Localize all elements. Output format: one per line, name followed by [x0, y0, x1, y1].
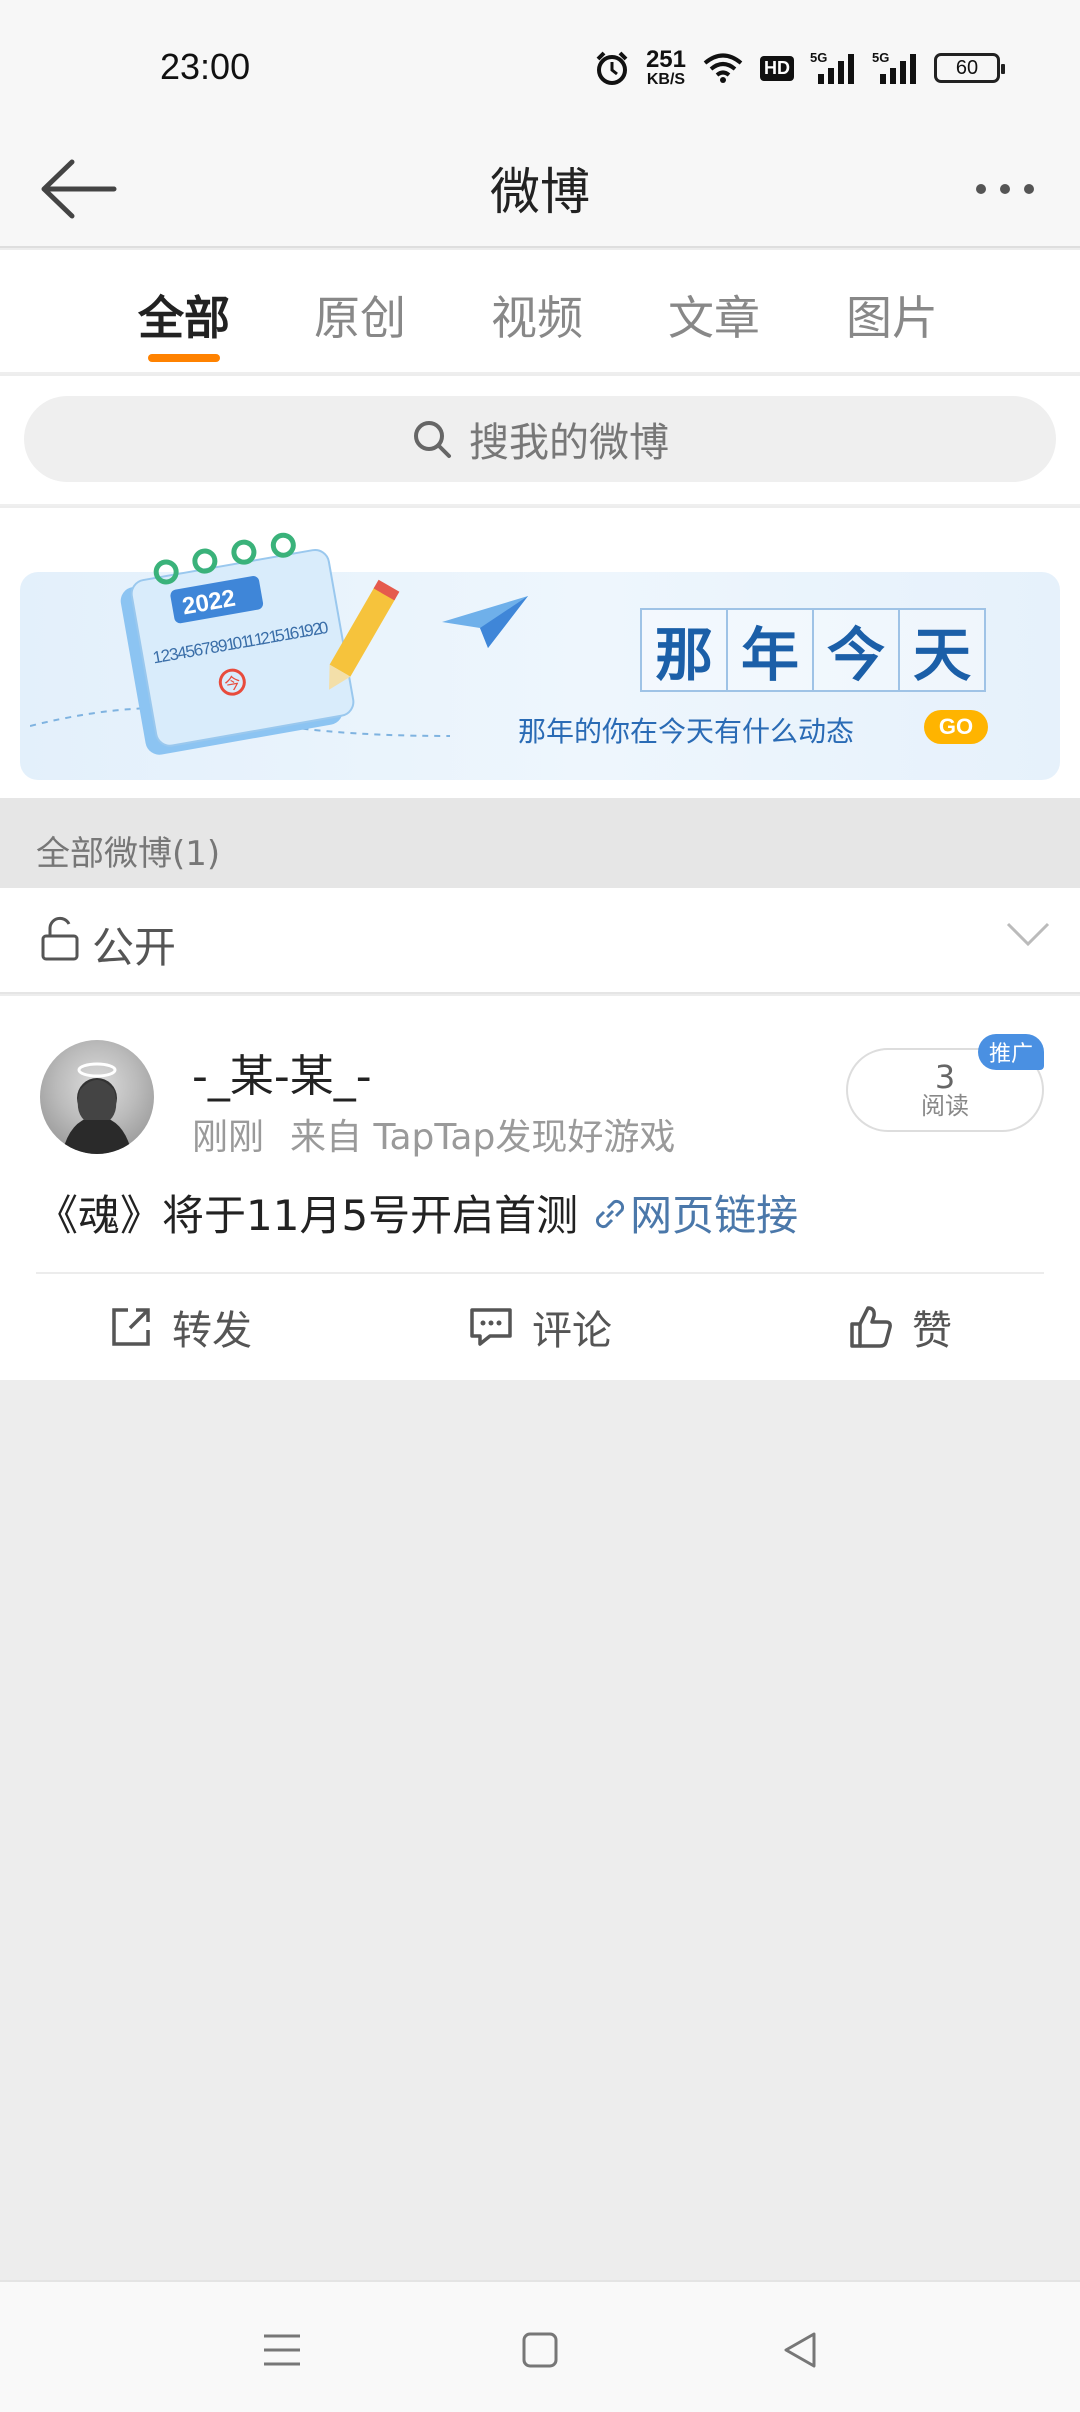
link-icon	[596, 1199, 625, 1229]
read-label: 阅读	[921, 1092, 969, 1121]
go-button[interactable]: GO	[924, 710, 988, 744]
comment-label: 评论	[532, 1308, 612, 1354]
banner-title-char: 年	[726, 608, 814, 692]
avatar[interactable]	[40, 1040, 154, 1154]
visibility-filter[interactable]: 公开	[0, 888, 1080, 994]
comment-icon	[470, 1308, 512, 1346]
tab-original[interactable]: 原创	[300, 282, 420, 348]
svg-text:5G: 5G	[810, 50, 827, 65]
banner-title-char: 天	[898, 608, 986, 692]
section-header-label: 全部微博(1)	[36, 834, 221, 874]
svg-text:5G: 5G	[872, 50, 889, 65]
signal-5g-icon: 5G	[810, 50, 854, 84]
search-icon	[414, 421, 451, 458]
post-actions: 转发 评论 赞	[0, 1274, 1080, 1380]
banner-title: 那 年 今 天	[640, 608, 986, 692]
signal-5g-icon-2: 5G	[872, 50, 916, 84]
like-label: 赞	[912, 1308, 952, 1354]
thumbs-up-icon	[850, 1306, 892, 1348]
dot-icon	[976, 184, 986, 194]
tab-image[interactable]: 图片	[832, 282, 952, 348]
post-username[interactable]: -_某-某_-	[192, 1040, 372, 1104]
filter-tabs: 全部 原创 视频 文章 图片	[0, 250, 1080, 374]
battery-indicator: 60	[934, 53, 1005, 83]
alarm-icon	[596, 51, 628, 85]
banner-subtitle: 那年的你在今天有什么动态	[518, 715, 855, 748]
calendar-illustration: 2022 1 2 3 4 5 6 7 8 9 10 11 12 15 16 19…	[30, 532, 450, 755]
unlock-icon	[41, 916, 79, 961]
comment-button[interactable]: 评论	[360, 1274, 720, 1380]
like-button[interactable]: 赞	[720, 1274, 1080, 1380]
share-icon	[112, 1308, 150, 1346]
banner-title-char: 那	[640, 608, 728, 692]
menu-icon	[264, 2334, 300, 2366]
post-content: 《魂》将于11月5号开启首测 网页链接	[36, 1182, 798, 1243]
tab-article[interactable]: 文章	[654, 282, 774, 348]
search-section: 搜我的微博	[0, 376, 1080, 506]
on-this-day-banner[interactable]: 2022 1 2 3 4 5 6 7 8 9 10 11 12 15 16 19…	[20, 532, 1060, 780]
banner-title-char: 今	[812, 608, 900, 692]
banner-section: 2022 1 2 3 4 5 6 7 8 9 10 11 12 15 16 19…	[0, 508, 1080, 798]
paper-plane-icon	[442, 596, 528, 648]
status-time: 23:00	[160, 46, 251, 87]
dot-icon	[1024, 184, 1034, 194]
triangle-back-icon	[784, 2332, 816, 2368]
home-button[interactable]	[510, 2320, 570, 2380]
post-text: 《魂》将于11月5号开启首测	[36, 1191, 579, 1240]
web-link[interactable]: 网页链接	[590, 1191, 798, 1240]
calendar-today-text: 今	[223, 673, 242, 694]
web-link-label: 网页链接	[630, 1191, 799, 1240]
post-card[interactable]: -_某-某_- 刚刚 来自 TapTap发现好游戏 3 阅读 推广 《魂》将于11…	[0, 996, 1080, 1380]
wifi-icon	[703, 53, 743, 83]
menu-button[interactable]	[252, 2320, 312, 2380]
system-back-button[interactable]	[770, 2320, 830, 2380]
post-meta: 刚刚 来自 TapTap发现好游戏	[192, 1108, 675, 1160]
system-nav-bar	[0, 2280, 1080, 2412]
chevron-down-icon	[1006, 922, 1050, 947]
search-placeholder: 搜我的微博	[469, 420, 669, 466]
read-count: 3	[934, 1057, 956, 1096]
repost-label: 转发	[172, 1308, 252, 1354]
dot-icon	[1000, 184, 1010, 194]
avatar-illustration	[62, 1062, 132, 1154]
search-input[interactable]: 搜我的微博	[24, 396, 1056, 482]
status-icons: 251 KB/S HD 5G 5G 60	[594, 44, 1005, 92]
network-speed: 251 KB/S	[645, 46, 686, 88]
section-header: 全部微博(1)	[0, 798, 1080, 888]
visibility-label: 公开	[92, 923, 177, 972]
nav-bar: 微博	[0, 128, 1080, 248]
tab-video[interactable]: 视频	[477, 282, 597, 348]
tab-all[interactable]: 全部	[124, 282, 244, 348]
post-source: 来自 TapTap发现好游戏	[290, 1117, 676, 1158]
repost-button[interactable]: 转发	[0, 1274, 360, 1380]
promo-badge[interactable]: 推广	[978, 1034, 1044, 1070]
square-icon	[522, 2332, 558, 2368]
page-title: 微博	[490, 163, 590, 221]
hd-badge: HD	[760, 55, 794, 81]
status-bar: 23:00 251 KB/S HD 5G 5G 60	[0, 0, 1080, 128]
active-tab-indicator	[148, 354, 220, 362]
more-button[interactable]	[960, 164, 1050, 214]
post-time: 刚刚	[192, 1117, 265, 1158]
